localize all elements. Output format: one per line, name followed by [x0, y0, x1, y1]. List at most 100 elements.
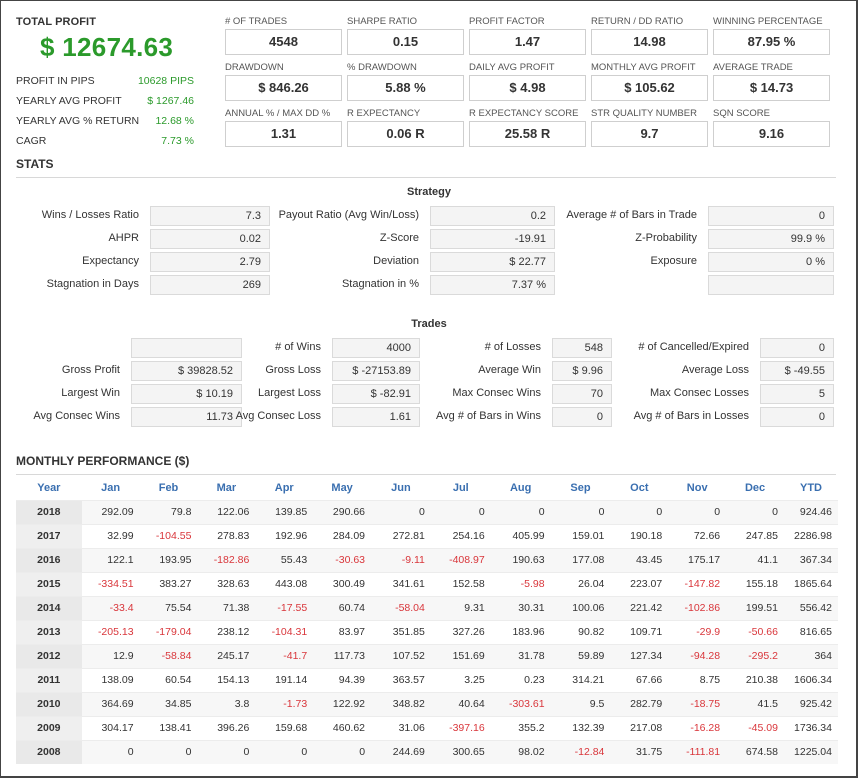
trade-label: Max Consec Wins: [452, 387, 541, 399]
trade-label: Avg Consec Wins: [33, 410, 120, 422]
column-header-aug: Aug: [509, 482, 532, 495]
kpi-card: DAILY AVG PROFIT $ 4.98: [469, 62, 586, 101]
ytd-cell: 925.42: [783, 691, 838, 716]
month-cell: -303.61: [490, 691, 551, 716]
stat-label: Z-Score: [379, 232, 419, 244]
stat-value: 7.37 %: [430, 275, 555, 295]
monthly-performance-title: MONTHLY PERFORMANCE ($): [16, 454, 190, 468]
month-cell: 221.42: [610, 595, 669, 620]
ytd-cell: 364: [783, 643, 838, 668]
stat-label: Average # of Bars in Trade: [566, 209, 697, 221]
year-cell: 2016: [16, 547, 82, 572]
month-cell: 0: [726, 499, 784, 524]
month-cell: 247.85: [726, 523, 784, 548]
month-cell: 300.49: [313, 571, 372, 596]
stat-value: 269: [150, 275, 270, 295]
year-cell: 2012: [16, 643, 82, 668]
month-cell: 355.2: [490, 715, 551, 740]
month-cell: 79.8: [139, 499, 198, 524]
month-cell: 177.08: [550, 547, 611, 572]
table-row: 2008 0 0 0 0 0 244.69 300.65 98.02 -12.84 31.75 -11…: [16, 739, 838, 764]
month-cell: 31.78: [490, 643, 551, 668]
month-cell: 75.54: [139, 595, 198, 620]
month-cell: 43.45: [610, 547, 669, 572]
stat-label: Exposure: [650, 255, 697, 267]
kpi-value: 9.7: [591, 121, 708, 147]
month-cell: 41.5: [726, 691, 784, 716]
month-cell: -1.73: [255, 691, 314, 716]
kpi-value: 25.58 R: [469, 121, 586, 147]
year-cell: 2014: [16, 595, 82, 620]
kpi-value: 4548: [225, 29, 342, 55]
stat-value: 2.79: [150, 252, 270, 272]
kpi-card: DRAWDOWN $ 846.26: [225, 62, 342, 101]
kpi-card: SHARPE RATIO 0.15: [347, 16, 464, 55]
month-cell: 0: [313, 739, 372, 764]
month-cell: 0: [197, 739, 256, 764]
month-cell: 152.58: [430, 571, 491, 596]
summary-key: PROFIT IN PIPS: [16, 75, 95, 87]
month-cell: 26.04: [550, 571, 611, 596]
summary-key: CAGR: [16, 135, 47, 147]
month-cell: -41.7: [255, 643, 314, 668]
month-cell: -45.09: [726, 715, 784, 740]
trade-value: 0: [760, 407, 834, 427]
month-cell: 159.68: [255, 715, 314, 740]
month-cell: 405.99: [490, 523, 551, 548]
kpi-value: 0.06 R: [347, 121, 464, 147]
trade-label: Gross Profit: [61, 364, 120, 376]
summary-row: CAGR 7.73 %: [16, 131, 194, 151]
column-header-feb: Feb: [158, 482, 179, 495]
stat-label: Wins / Losses Ratio: [41, 209, 139, 221]
month-cell: 8.75: [668, 667, 727, 692]
trade-value: 70: [552, 384, 612, 404]
month-cell: 98.02: [490, 739, 551, 764]
kpi-title: DRAWDOWN: [225, 62, 284, 73]
trade-value: $ -49.55: [760, 361, 834, 381]
kpi-title: R EXPECTANCY SCORE: [469, 108, 579, 119]
month-cell: 351.85: [371, 619, 431, 644]
stat-label: Stagnation in Days: [46, 278, 139, 290]
ytd-cell: 2286.98: [783, 523, 838, 548]
trade-label: Max Consec Losses: [649, 387, 749, 399]
summary-value: 12.68 %: [155, 115, 194, 127]
kpi-card: SQN SCORE 9.16: [713, 108, 830, 147]
trade-value: $ -27153.89: [332, 361, 420, 381]
month-cell: 175.17: [668, 547, 727, 572]
month-cell: 9.31: [430, 595, 491, 620]
trade-value: 0: [552, 407, 612, 427]
trade-label: Average Win: [478, 364, 541, 376]
stats-divider: [16, 177, 836, 178]
trade-label: Avg # of Bars in Losses: [633, 410, 749, 422]
summary-value: 7.73 %: [161, 135, 194, 147]
trade-label: Average Loss: [681, 364, 749, 376]
month-cell: 100.06: [550, 595, 611, 620]
month-cell: 292.09: [81, 499, 140, 524]
month-cell: -58.04: [371, 595, 431, 620]
kpi-card: RETURN / DD RATIO 14.98: [591, 16, 708, 55]
month-cell: -295.2: [726, 643, 784, 668]
kpi-title: ANNUAL % / MAX DD %: [225, 108, 331, 119]
month-cell: -397.16: [430, 715, 491, 740]
month-cell: -12.84: [550, 739, 611, 764]
column-header-ytd: YTD: [799, 482, 822, 495]
kpi-value: $ 4.98: [469, 75, 586, 101]
stat-value-empty: [708, 275, 834, 295]
stat-label: Z-Probability: [635, 232, 697, 244]
trade-label: Avg # of Bars in Wins: [436, 410, 541, 422]
trade-value: 0: [760, 338, 834, 358]
ytd-cell: 367.34: [783, 547, 838, 572]
trade-value: 5: [760, 384, 834, 404]
kpi-card: AVERAGE TRADE $ 14.73: [713, 62, 830, 101]
summary-key: YEARLY AVG PROFIT: [16, 95, 122, 107]
kpi-card: R EXPECTANCY 0.06 R: [347, 108, 464, 147]
month-cell: -17.55: [255, 595, 314, 620]
month-cell: 127.34: [610, 643, 669, 668]
total-profit-value: $ 12674.63: [40, 32, 174, 62]
year-cell: 2018: [16, 499, 82, 524]
month-cell: -179.04: [139, 619, 198, 644]
stat-value: -19.91: [430, 229, 555, 249]
month-cell: 138.09: [81, 667, 140, 692]
month-cell: -205.13: [81, 619, 140, 644]
summary-row: YEARLY AVG PROFIT $ 1267.46: [16, 91, 194, 111]
